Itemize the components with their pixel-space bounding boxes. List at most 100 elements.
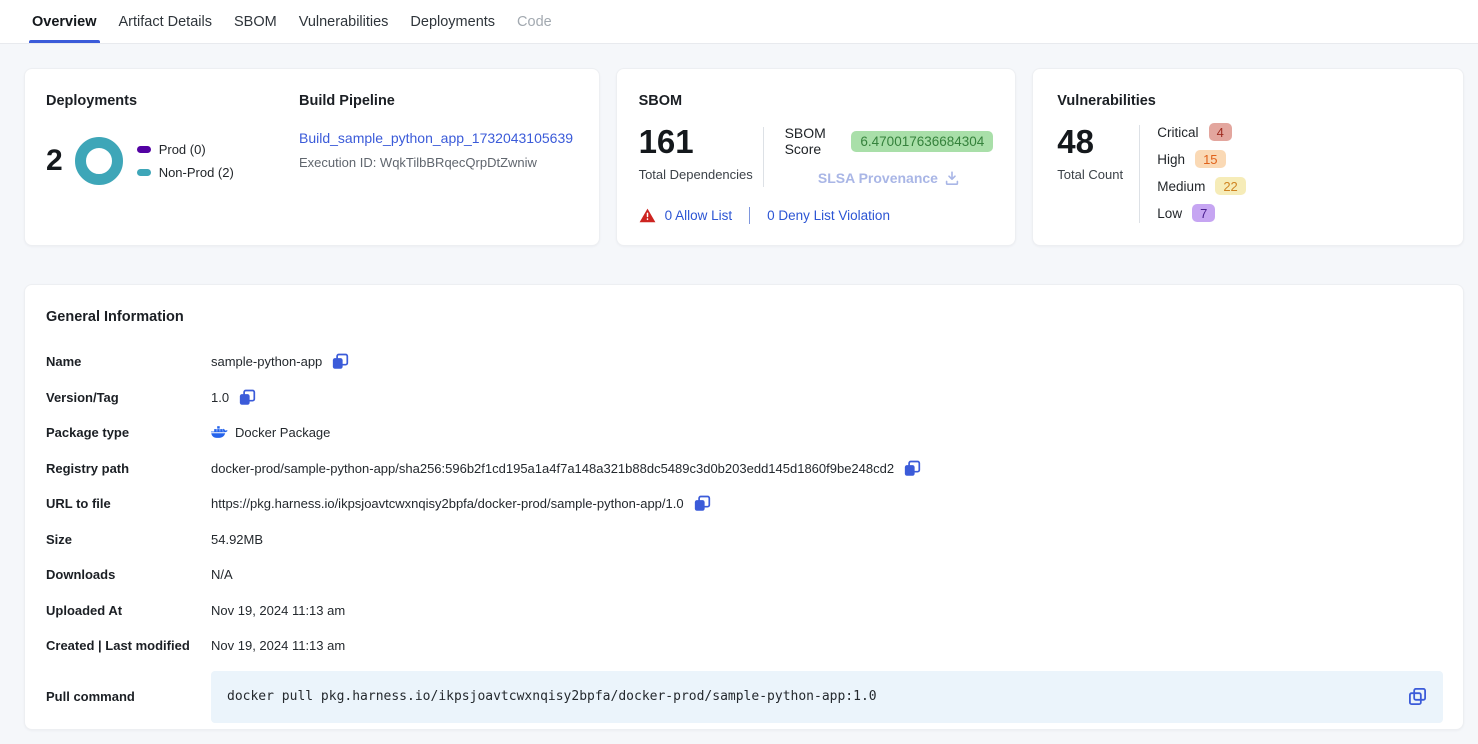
info-row-package-type: Package type Docker Package <box>46 415 1443 451</box>
copy-icon-button[interactable] <box>332 353 349 370</box>
info-row-label: Downloads <box>46 567 211 582</box>
tab-deployments[interactable]: Deployments <box>399 0 506 43</box>
vulnerabilities-total-count: 48 <box>1057 123 1094 160</box>
vertical-divider <box>749 207 750 224</box>
info-row-label: Name <box>46 354 211 369</box>
legend-item-prod-0: Prod (0) <box>137 142 234 157</box>
severity-label: High <box>1157 152 1185 167</box>
tab-sbom[interactable]: SBOM <box>223 0 288 43</box>
tab-artifact-details[interactable]: Artifact Details <box>108 0 223 43</box>
build-pipeline-section: Build Pipeline Build_sample_python_app_1… <box>278 93 573 225</box>
info-row-value: sample-python-app <box>211 353 349 370</box>
info-row-value: Nov 19, 2024 11:13 am <box>211 638 345 653</box>
tab-overview[interactable]: Overview <box>21 0 108 43</box>
info-row-text: https://pkg.harness.io/ikpsjoavtcwxnqisy… <box>211 496 684 511</box>
info-row-text: sample-python-app <box>211 354 322 369</box>
build-pipeline-title: Build Pipeline <box>299 93 573 109</box>
severity-row-critical: Critical 4 <box>1157 123 1245 141</box>
severity-list: Critical 4 High 15 Medium 22 Low 7 <box>1140 123 1245 223</box>
info-row-value: https://pkg.harness.io/ikpsjoavtcwxnqisy… <box>211 495 711 512</box>
download-icon <box>944 170 960 186</box>
info-row-text: Docker Package <box>235 425 330 440</box>
pull-command-text: docker pull pkg.harness.io/ikpsjoavtcwxn… <box>227 689 1405 704</box>
info-row-text: N/A <box>211 567 233 582</box>
info-row-downloads: DownloadsN/A <box>46 557 1443 593</box>
severity-label: Low <box>1157 206 1182 221</box>
tab-bar: OverviewArtifact DetailsSBOMVulnerabilit… <box>0 0 1478 44</box>
info-row-text: 1.0 <box>211 390 229 405</box>
execution-id-text: Execution ID: WqkTilbBRqecQrpDtZwniw <box>299 155 573 170</box>
deployments-total-count: 2 <box>46 146 63 176</box>
severity-count-badge: 4 <box>1209 123 1232 141</box>
page-content: Deployments 2 Prod (0) Non-Prod (2) Build… <box>0 44 1478 730</box>
deployments-card: Deployments 2 Prod (0) Non-Prod (2) Build… <box>24 68 600 246</box>
sbom-summary: 161 Total Dependencies SBOM Score 6.4700… <box>639 125 994 187</box>
severity-label: Medium <box>1157 179 1205 194</box>
info-row-label: Pull command <box>46 689 211 704</box>
tab-vulnerabilities[interactable]: Vulnerabilities <box>288 0 400 43</box>
legend-label: Prod (0) <box>159 142 206 157</box>
info-row-url-to-file: URL to filehttps://pkg.harness.io/ikpsjo… <box>46 486 1443 522</box>
vulnerabilities-title: Vulnerabilities <box>1057 93 1441 109</box>
copy-icon-button[interactable] <box>694 495 711 512</box>
severity-count-badge: 7 <box>1192 204 1215 222</box>
legend-item-non-prod-2: Non-Prod (2) <box>137 165 234 180</box>
copy-pull-command-button[interactable] <box>1408 687 1427 706</box>
severity-count-badge: 15 <box>1195 150 1225 168</box>
sbom-score-badge: 6.470017636684304 <box>851 131 993 152</box>
vulnerabilities-card: Vulnerabilities 48 Total Count Critical4… <box>1032 68 1464 246</box>
info-row-text: Nov 19, 2024 11:13 am <box>211 603 345 618</box>
deployments-title: Deployments <box>46 93 278 109</box>
severity-label: Critical <box>1157 125 1198 140</box>
info-row-label: Size <box>46 532 211 547</box>
info-row-text: docker-prod/sample-python-app/sha256:596… <box>211 461 894 476</box>
build-pipeline-link[interactable]: Build_sample_python_app_1732043105639 <box>299 130 573 146</box>
info-row-text: Nov 19, 2024 11:13 am <box>211 638 345 653</box>
tab-code[interactable]: Code <box>506 0 563 43</box>
legend-swatch <box>137 146 151 153</box>
deployments-donut-chart <box>75 137 123 185</box>
vulnerabilities-total-block: 48 Total Count <box>1057 125 1139 223</box>
info-row-label: Uploaded At <box>46 603 211 618</box>
sbom-score-block: SBOM Score 6.470017636684304 SLSA Proven… <box>764 125 994 187</box>
sbom-score-label: SBOM Score <box>785 125 844 157</box>
allow-list-link[interactable]: 0 Allow List <box>665 208 733 223</box>
info-row-value: 54.92MB <box>211 532 263 547</box>
general-information-title: General Information <box>46 309 1443 325</box>
sbom-total-block: 161 Total Dependencies <box>639 125 763 187</box>
deny-list-link[interactable]: 0 Deny List Violation <box>767 208 890 223</box>
general-information-rows: Namesample-python-appVersion/Tag1.0Packa… <box>46 344 1443 664</box>
summary-cards-row: Deployments 2 Prod (0) Non-Prod (2) Build… <box>24 68 1464 246</box>
severity-row-low: Low 7 <box>1157 204 1245 222</box>
deployments-section: Deployments 2 Prod (0) Non-Prod (2) <box>46 93 278 225</box>
info-row-size: Size54.92MB <box>46 522 1443 558</box>
severity-row-high: High 15 <box>1157 150 1245 168</box>
info-row-registry-path: Registry pathdocker-prod/sample-python-a… <box>46 451 1443 487</box>
artifact-overview-page: OverviewArtifact DetailsSBOMVulnerabilit… <box>0 0 1478 730</box>
general-information-card: General Information Namesample-python-ap… <box>24 284 1464 730</box>
copy-icon-button[interactable] <box>904 460 921 477</box>
info-row-pull-command: Pull command docker pull pkg.harness.io/… <box>46 671 1443 723</box>
deployments-summary: 2 Prod (0) Non-Prod (2) <box>46 137 278 185</box>
info-row-uploaded-at: Uploaded AtNov 19, 2024 11:13 am <box>46 593 1443 629</box>
info-row-label: Package type <box>46 425 211 440</box>
info-row-value: docker-prod/sample-python-app/sha256:596… <box>211 460 921 477</box>
info-row-label: Created | Last modified <box>46 638 211 653</box>
legend-swatch <box>137 169 151 176</box>
severity-row-medium: Medium 22 <box>1157 177 1245 195</box>
copy-icon-button[interactable] <box>239 389 256 406</box>
info-row-value: 1.0 <box>211 389 256 406</box>
info-row-value: N/A <box>211 567 233 582</box>
vulnerabilities-total-label: Total Count <box>1057 167 1139 182</box>
info-row-text: 54.92MB <box>211 532 263 547</box>
info-row-version-tag: Version/Tag1.0 <box>46 380 1443 416</box>
sbom-title: SBOM <box>639 93 994 109</box>
info-row-created-last-modified: Created | Last modifiedNov 19, 2024 11:1… <box>46 628 1443 664</box>
slsa-provenance-link[interactable]: SLSA Provenance <box>818 170 938 186</box>
sbom-card: SBOM 161 Total Dependencies SBOM Score 6… <box>616 68 1017 246</box>
sbom-total-count: 161 <box>639 123 694 160</box>
severity-count-badge: 22 <box>1215 177 1245 195</box>
vulnerabilities-summary: 48 Total Count Critical 4 High 15 Medium 22 Lo… <box>1057 125 1441 223</box>
info-row-value: Nov 19, 2024 11:13 am <box>211 603 345 618</box>
docker-whale-icon <box>211 426 228 439</box>
